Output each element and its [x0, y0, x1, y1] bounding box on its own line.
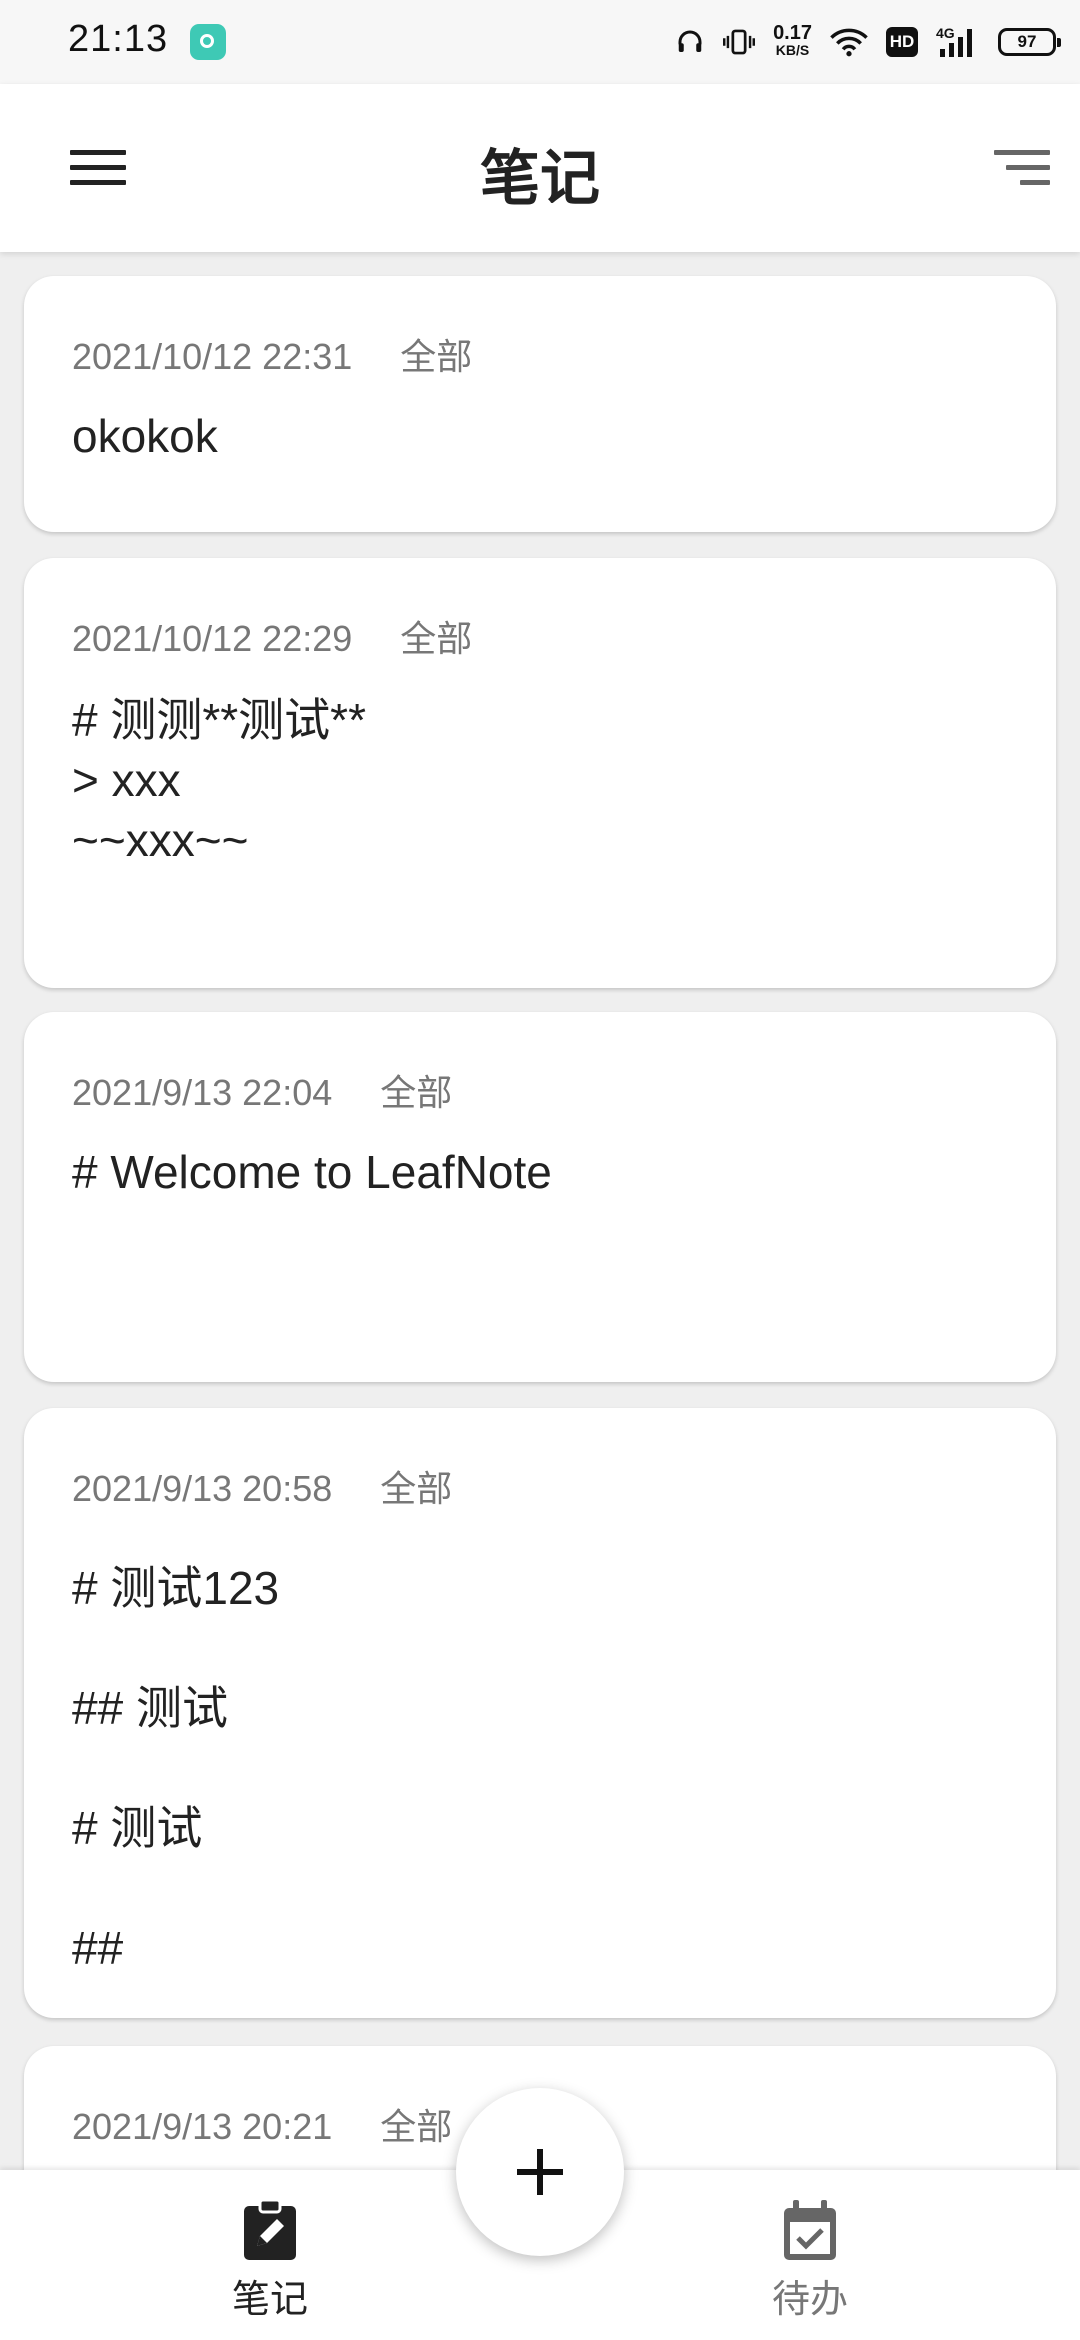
- sort-button[interactable]: [950, 136, 1050, 200]
- note-content: # 测测**测试** > xxx ~~xxx~~: [72, 694, 366, 866]
- app-bar: 笔记: [0, 84, 1080, 252]
- headphones-icon: [678, 30, 702, 52]
- note-date: 2021/10/12 22:31: [72, 336, 353, 377]
- add-note-button[interactable]: [456, 2088, 624, 2256]
- note-folder: 全部: [400, 618, 473, 659]
- note-card[interactable]: 2021/10/12 22:31 全部 okokok: [24, 276, 1056, 532]
- note-date: 2021/10/12 22:29: [72, 618, 353, 659]
- battery-icon: 97: [998, 28, 1061, 56]
- note-folder: 全部: [380, 1072, 453, 1113]
- battery-level: 97: [1017, 32, 1037, 51]
- note-folder: 全部: [380, 2106, 453, 2147]
- vibrate-icon: [723, 29, 756, 55]
- note-folder: 全部: [400, 336, 473, 377]
- nav-label-todo: 待办: [771, 2279, 848, 2321]
- wifi-icon: [830, 28, 868, 57]
- calendar-check-icon: [784, 2200, 836, 2260]
- note-meta: 2021/9/13 22:04 全部: [72, 1064, 452, 1116]
- note-date: 2021/9/13 20:21: [72, 2106, 333, 2147]
- status-bar: 21:13 0.17 KB/S HD 4G 97: [0, 0, 1080, 84]
- note-meta: 2021/9/13 20:58 全部: [72, 1460, 452, 1512]
- plus-icon: [517, 2149, 563, 2195]
- note-card[interactable]: 2021/10/12 22:29 全部 # 测测**测试** > xxx ~~xx…: [24, 558, 1056, 988]
- net-speed: 0.17 KB/S: [773, 22, 812, 59]
- nav-item-todo[interactable]: 待办: [710, 2198, 910, 2323]
- cellular-signal: 4G: [936, 25, 980, 59]
- note-date: 2021/9/13 20:58: [72, 1468, 333, 1509]
- note-date: 2021/9/13 22:04: [72, 1072, 333, 1113]
- net-speed-value: 0.17: [773, 22, 812, 44]
- app-notification-icon: [190, 24, 226, 60]
- nav-item-notes[interactable]: 笔记: [170, 2198, 370, 2323]
- note-meta: 2021/10/12 22:31 全部: [72, 328, 472, 380]
- hd-badge: HD: [886, 27, 918, 57]
- note-meta: 2021/9/13 20:21 全部: [72, 2098, 452, 2150]
- status-time: 21:13: [68, 18, 169, 60]
- note-folder: 全部: [380, 1468, 453, 1509]
- net-speed-unit: KB/S: [775, 42, 810, 58]
- edit-clipboard-icon: [244, 2198, 296, 2260]
- status-icons: 0.17 KB/S HD 4G 97: [675, 18, 1061, 66]
- note-content: okokok: [72, 410, 218, 462]
- note-content: # 测试123 ## 测试 # 测试 ##: [72, 1562, 280, 1974]
- signal-icon: [940, 29, 972, 57]
- note-meta: 2021/10/12 22:29 全部: [72, 610, 472, 662]
- note-card[interactable]: 2021/9/13 22:04 全部 # Welcome to LeafNote: [24, 1012, 1056, 1382]
- note-card[interactable]: 2021/9/13 20:58 全部 # 测试123 ## 测试 # 测试 ##: [24, 1408, 1056, 2018]
- page-title: 笔记: [480, 145, 600, 212]
- note-content: # Welcome to LeafNote: [72, 1146, 552, 1198]
- sort-icon: [994, 150, 1050, 185]
- nav-label-notes: 笔记: [231, 2279, 308, 2321]
